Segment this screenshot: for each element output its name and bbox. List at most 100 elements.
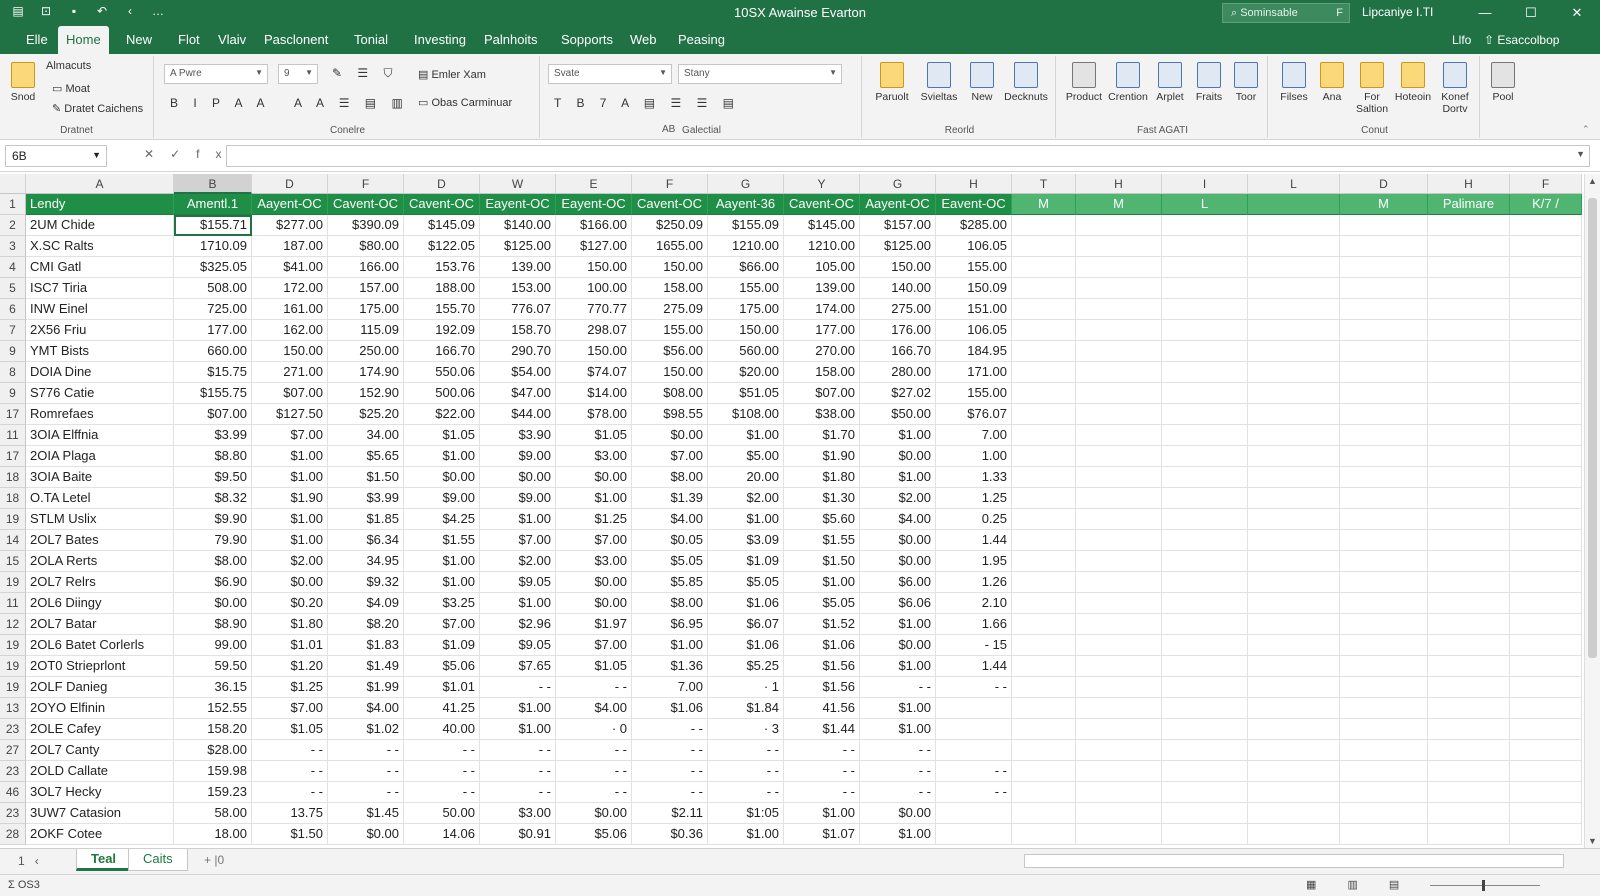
data-cell[interactable]: [1076, 635, 1162, 656]
row-header[interactable]: 19: [0, 509, 26, 530]
data-cell[interactable]: [1428, 551, 1510, 572]
data-cell[interactable]: [1012, 740, 1076, 761]
data-cell[interactable]: [1510, 404, 1582, 425]
data-cell[interactable]: 159.98: [174, 761, 252, 782]
data-cell[interactable]: $41.00: [252, 257, 328, 278]
data-cell[interactable]: 155.00: [936, 383, 1012, 404]
data-cell[interactable]: [1340, 425, 1428, 446]
data-cell[interactable]: 150.00: [708, 320, 784, 341]
row-header[interactable]: 14: [0, 530, 26, 551]
data-cell[interactable]: [1248, 698, 1340, 719]
data-cell[interactable]: [1012, 404, 1076, 425]
data-cell[interactable]: 275.09: [632, 299, 708, 320]
data-cell[interactable]: [1510, 236, 1582, 257]
data-cell[interactable]: [1076, 467, 1162, 488]
data-cell[interactable]: $9.90: [174, 509, 252, 530]
data-cell[interactable]: - -: [784, 761, 860, 782]
data-cell[interactable]: [1012, 698, 1076, 719]
data-cell[interactable]: $07.00: [174, 404, 252, 425]
row-label-cell[interactable]: 2OLD Callate: [26, 761, 174, 782]
data-cell[interactable]: [1076, 761, 1162, 782]
data-cell[interactable]: 1.95: [936, 551, 1012, 572]
data-cell[interactable]: $5.06: [556, 824, 632, 845]
data-cell[interactable]: [1162, 446, 1248, 467]
name-box[interactable]: 6B ▼: [5, 145, 107, 167]
row-header[interactable]: 23: [0, 803, 26, 824]
row-label-cell[interactable]: O.TA Letel: [26, 488, 174, 509]
format-combo[interactable]: Stany ▼: [678, 64, 842, 84]
data-cell[interactable]: - -: [556, 677, 632, 698]
row-label-cell[interactable]: 2OYO Elfinin: [26, 698, 174, 719]
row-header[interactable]: 28: [0, 824, 26, 845]
data-cell[interactable]: [1248, 719, 1340, 740]
sheet-nav[interactable]: 1‹: [18, 854, 49, 868]
data-cell[interactable]: [1510, 824, 1582, 845]
hoteoin-button[interactable]: Hoteoin: [1392, 62, 1434, 103]
data-cell[interactable]: $3.00: [556, 551, 632, 572]
data-cell[interactable]: $1.09: [404, 635, 480, 656]
header-cell[interactable]: [1248, 194, 1340, 215]
data-cell[interactable]: [1248, 425, 1340, 446]
data-cell[interactable]: [1248, 383, 1340, 404]
row-header[interactable]: 23: [0, 761, 26, 782]
data-cell[interactable]: 140.00: [860, 278, 936, 299]
data-cell[interactable]: [1162, 404, 1248, 425]
data-cell[interactable]: [1076, 698, 1162, 719]
data-cell[interactable]: $1.85: [328, 509, 404, 530]
data-cell[interactable]: $0.00: [860, 446, 936, 467]
sheet-tab-teal[interactable]: Teal: [76, 849, 132, 871]
data-cell[interactable]: $66.00: [708, 257, 784, 278]
data-cell[interactable]: $5.25: [708, 656, 784, 677]
data-cell[interactable]: $1.00: [860, 698, 936, 719]
data-cell[interactable]: 40.00: [404, 719, 480, 740]
obas-button[interactable]: ▭ Obas Carminuar: [418, 96, 512, 109]
data-cell[interactable]: 1.66: [936, 614, 1012, 635]
data-cell[interactable]: [1076, 593, 1162, 614]
column-header-g[interactable]: G: [860, 174, 936, 194]
data-cell[interactable]: [1428, 404, 1510, 425]
data-cell[interactable]: $3.99: [328, 488, 404, 509]
data-cell[interactable]: [1012, 362, 1076, 383]
data-cell[interactable]: $44.00: [480, 404, 556, 425]
data-cell[interactable]: $1.56: [784, 677, 860, 698]
row-label-cell[interactable]: YMT Bists: [26, 341, 174, 362]
data-cell[interactable]: $4.00: [860, 509, 936, 530]
data-cell[interactable]: $0.05: [632, 530, 708, 551]
spreadsheet-grid[interactable]: A B D F D W E F G Y G H T H I L D H F 1 Lendy Amentl.1 Aayent-…: [0, 174, 1582, 848]
data-cell[interactable]: [1428, 593, 1510, 614]
data-cell[interactable]: [1510, 299, 1582, 320]
data-cell[interactable]: $0.00: [860, 551, 936, 572]
data-cell[interactable]: [936, 719, 1012, 740]
data-cell[interactable]: [1012, 425, 1076, 446]
data-cell[interactable]: 177.00: [174, 320, 252, 341]
data-cell[interactable]: 166.00: [328, 257, 404, 278]
data-cell[interactable]: [1510, 761, 1582, 782]
data-cell[interactable]: $125.00: [860, 236, 936, 257]
data-cell[interactable]: 7.00: [936, 425, 1012, 446]
data-cell[interactable]: [1428, 719, 1510, 740]
data-cell[interactable]: $1.00: [252, 467, 328, 488]
data-cell[interactable]: [1162, 614, 1248, 635]
data-cell[interactable]: [1428, 299, 1510, 320]
data-cell[interactable]: 550.06: [404, 362, 480, 383]
data-cell[interactable]: $4.25: [404, 509, 480, 530]
data-cell[interactable]: [1162, 803, 1248, 824]
data-cell[interactable]: [1428, 698, 1510, 719]
data-cell[interactable]: [1340, 236, 1428, 257]
data-cell[interactable]: $38.00: [784, 404, 860, 425]
data-cell[interactable]: [1248, 488, 1340, 509]
data-cell[interactable]: 105.00: [784, 257, 860, 278]
data-cell[interactable]: [1248, 782, 1340, 803]
data-cell[interactable]: $1.00: [404, 446, 480, 467]
data-cell[interactable]: [1248, 446, 1340, 467]
data-cell[interactable]: [1076, 740, 1162, 761]
data-cell[interactable]: $1.25: [556, 509, 632, 530]
data-cell[interactable]: $1.49: [328, 656, 404, 677]
data-cell[interactable]: [1510, 656, 1582, 677]
for-saltion-button[interactable]: For Saltion: [1352, 62, 1392, 115]
data-cell[interactable]: 560.00: [708, 341, 784, 362]
data-cell[interactable]: [1012, 341, 1076, 362]
data-cell[interactable]: 271.00: [252, 362, 328, 383]
data-cell[interactable]: [1012, 530, 1076, 551]
data-cell[interactable]: [1076, 257, 1162, 278]
